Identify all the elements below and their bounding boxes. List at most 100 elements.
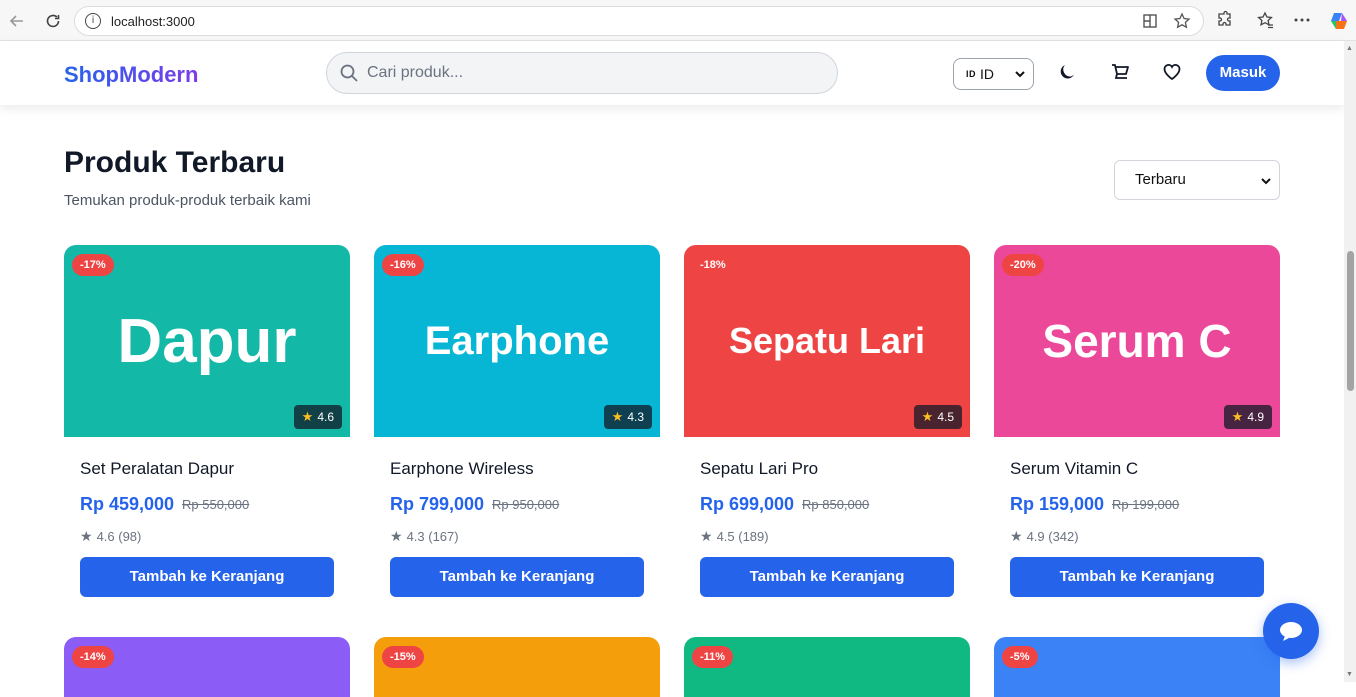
chevron-down-icon — [1261, 178, 1271, 185]
search-input[interactable] — [367, 53, 827, 93]
more-menu-icon[interactable] — [1292, 10, 1314, 32]
star-icon: ★ — [301, 409, 314, 424]
product-name[interactable]: Sepatu Lari Pro — [700, 459, 818, 479]
product-rating-text: 4.9 (342) — [1026, 529, 1079, 544]
star-icon: ★ — [611, 409, 624, 424]
product-price: Rp 159,000 — [1010, 494, 1105, 514]
product-original-price: Rp 850,000 — [802, 497, 870, 512]
star-icon: ★ — [1010, 528, 1023, 544]
page-title: Produk Terbaru — [64, 146, 286, 179]
add-to-cart-button[interactable]: Tambah ke Keranjang — [700, 557, 954, 597]
language-select[interactable]: ID ID — [953, 58, 1034, 90]
product-image[interactable]: -20% Serum C ★ 4.9 — [994, 245, 1280, 437]
product-original-price: Rp 199,000 — [1112, 497, 1180, 512]
product-rating-text: 4.6 (98) — [96, 529, 142, 544]
rating-badge: ★ 4.3 — [603, 405, 652, 429]
rating-badge-value: 4.9 — [1247, 410, 1264, 424]
discount-badge: -16% — [382, 254, 424, 276]
discount-badge: -17% — [72, 254, 114, 276]
rating-badge-value: 4.3 — [627, 410, 644, 424]
scroll-up-icon[interactable]: ▲ — [1346, 45, 1353, 52]
product-card[interactable]: -15% — [374, 637, 660, 697]
dark-mode-toggle[interactable] — [1057, 62, 1079, 84]
star-icon: ★ — [1231, 409, 1244, 424]
search-icon — [339, 63, 359, 83]
star-icon: ★ — [390, 528, 403, 544]
discount-badge: -11% — [692, 646, 734, 668]
rating-badge: ★ 4.5 — [913, 405, 962, 429]
product-rating: ★ 4.3 (167) — [390, 528, 459, 545]
product-price: Rp 459,000 — [80, 494, 175, 514]
product-image[interactable]: -17% Dapur ★ 4.6 — [64, 245, 350, 437]
rating-badge-value: 4.5 — [937, 410, 954, 424]
chevron-down-icon — [1015, 71, 1025, 78]
cart-icon — [1112, 64, 1129, 79]
product-card[interactable]: -14% — [64, 637, 350, 697]
rating-badge: ★ 4.9 — [1223, 405, 1272, 429]
discount-badge: -14% — [72, 646, 114, 668]
discount-badge: -18% — [692, 254, 734, 276]
product-image[interactable]: -16% Earphone ★ 4.3 — [374, 245, 660, 437]
language-flag: ID — [966, 69, 976, 79]
collections-icon[interactable] — [1255, 10, 1277, 32]
product-image-text: Serum C — [1042, 315, 1232, 367]
star-icon: ★ — [80, 528, 93, 544]
discount-badge: -20% — [1002, 254, 1044, 276]
page-subtitle: Temukan produk-produk terbaik kami — [64, 192, 311, 209]
browser-toolbar: i localhost:3000 — [0, 0, 1356, 41]
product-card[interactable]: -16% Earphone ★ 4.3 Earphone Wireless Rp… — [374, 245, 660, 605]
copilot-icon[interactable] — [1328, 10, 1350, 32]
extensions-icon[interactable] — [1214, 10, 1236, 32]
reload-icon[interactable] — [40, 8, 66, 34]
site-logo[interactable]: ShopModern — [64, 62, 198, 88]
product-card[interactable]: -11% — [684, 637, 970, 697]
product-card[interactable]: -17% Dapur ★ 4.6 Set Peralatan Dapur Rp … — [64, 245, 350, 605]
chat-bubble-icon — [1280, 622, 1302, 641]
moon-icon — [1060, 65, 1074, 79]
product-rating: ★ 4.6 (98) — [80, 528, 141, 545]
product-image[interactable]: -18% Sepatu Lari ★ 4.5 — [684, 245, 970, 437]
sort-selected-value: Terbaru — [1135, 171, 1186, 188]
favorite-star-icon[interactable] — [1173, 12, 1193, 32]
site-info-icon[interactable]: i — [85, 13, 101, 29]
discount-badge: -15% — [382, 646, 424, 668]
star-icon: ★ — [921, 409, 934, 424]
scrollbar-thumb[interactable] — [1347, 251, 1354, 391]
rating-badge-value: 4.6 — [317, 410, 334, 424]
search-bar[interactable] — [326, 52, 838, 94]
product-name[interactable]: Serum Vitamin C — [1010, 459, 1138, 479]
wishlist-button[interactable] — [1162, 62, 1184, 84]
product-rating: ★ 4.5 (189) — [700, 528, 769, 545]
page-scrollbar[interactable]: ▲ ▼ — [1344, 41, 1356, 682]
address-bar[interactable]: i localhost:3000 — [74, 6, 1204, 36]
language-label: ID — [980, 66, 994, 82]
product-rating-text: 4.3 (167) — [406, 529, 459, 544]
product-price: Rp 699,000 — [700, 494, 795, 514]
add-to-cart-button[interactable]: Tambah ke Keranjang — [1010, 557, 1264, 597]
product-original-price: Rp 550,000 — [182, 497, 250, 512]
product-rating: ★ 4.9 (342) — [1010, 528, 1079, 545]
split-screen-icon[interactable] — [1141, 12, 1161, 32]
login-button[interactable]: Masuk — [1206, 55, 1280, 91]
add-to-cart-button[interactable]: Tambah ke Keranjang — [80, 557, 334, 597]
rating-badge: ★ 4.6 — [293, 405, 342, 429]
back-icon[interactable] — [4, 8, 30, 34]
discount-badge: -5% — [1002, 646, 1038, 668]
sort-select[interactable]: Terbaru — [1114, 160, 1280, 200]
product-image-text: Dapur — [117, 306, 297, 376]
product-name[interactable]: Set Peralatan Dapur — [80, 459, 234, 479]
product-name[interactable]: Earphone Wireless — [390, 459, 534, 479]
product-card[interactable]: -20% Serum C ★ 4.9 Serum Vitamin C Rp 15… — [994, 245, 1280, 605]
product-card[interactable]: -5% — [994, 637, 1280, 697]
product-image-text: Earphone — [424, 318, 610, 363]
chat-button[interactable] — [1263, 603, 1319, 659]
cart-button[interactable] — [1110, 62, 1132, 84]
product-price: Rp 799,000 — [390, 494, 485, 514]
scroll-down-icon[interactable]: ▼ — [1346, 671, 1353, 678]
product-image-text: Sepatu Lari — [728, 320, 926, 361]
product-card[interactable]: -18% Sepatu Lari ★ 4.5 Sepatu Lari Pro R… — [684, 245, 970, 605]
product-original-price: Rp 950,000 — [492, 497, 560, 512]
add-to-cart-button[interactable]: Tambah ke Keranjang — [390, 557, 644, 597]
product-rating-text: 4.5 (189) — [716, 529, 769, 544]
url-text: localhost:3000 — [111, 14, 195, 29]
